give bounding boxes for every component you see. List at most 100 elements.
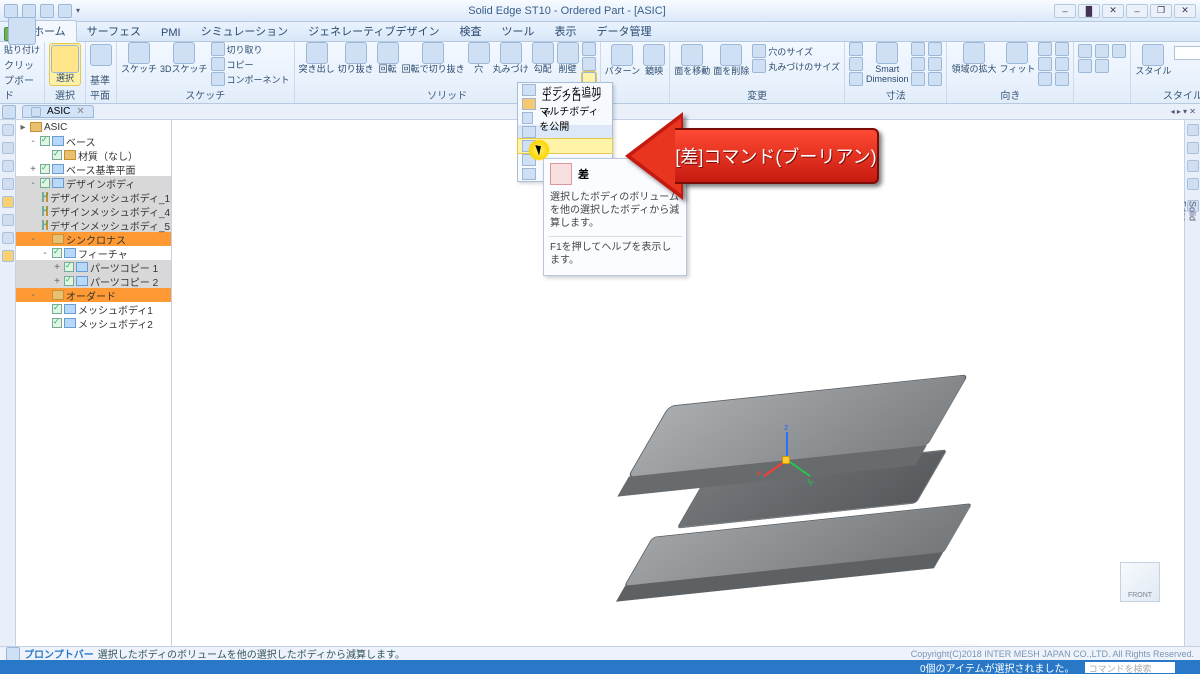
sketch3d-button[interactable]: 3Dスケッチ xyxy=(160,42,208,75)
save-icon[interactable] xyxy=(22,4,36,18)
rt-icon4[interactable] xyxy=(1187,178,1199,190)
lt-icon4[interactable] xyxy=(2,178,14,190)
tree-item[interactable]: デザインメッシュボディ_4 xyxy=(16,204,171,218)
shell-button[interactable]: 削壁 xyxy=(557,42,579,75)
tree-item[interactable]: +パーツコピー 2 xyxy=(16,274,171,288)
plane-button[interactable] xyxy=(90,44,112,66)
undo-icon[interactable] xyxy=(40,4,54,18)
tab-simulation[interactable]: シミュレーション xyxy=(191,21,299,41)
menu-publish-multibody[interactable]: マルチボディを公開 xyxy=(518,111,612,125)
maximize-button[interactable]: █ xyxy=(1078,4,1100,18)
pathfinder-icon[interactable] xyxy=(2,105,16,119)
menu-subtract[interactable] xyxy=(518,139,612,153)
redo-icon[interactable] xyxy=(58,4,72,18)
close-icon[interactable]: ✕ xyxy=(76,106,84,117)
deleteface-button[interactable]: 面を削除 xyxy=(713,44,749,77)
tree-item[interactable]: +ベース基準平面 xyxy=(16,162,171,176)
lt-icon1[interactable] xyxy=(2,124,14,136)
lt-icon8[interactable] xyxy=(2,250,14,262)
lt-icon3[interactable] xyxy=(2,160,14,172)
tree-item[interactable]: デザインメッシュボディ_1 xyxy=(16,190,171,204)
tree-item[interactable]: メッシュボディ1 xyxy=(16,302,171,316)
sh-icon3[interactable] xyxy=(1095,44,1109,58)
doc-tab-controls[interactable]: ◂ ▸ ▾ ✕ xyxy=(1171,107,1200,116)
orient-icon3[interactable] xyxy=(1038,72,1052,86)
mirror-button[interactable]: 鏡映 xyxy=(643,44,665,77)
tree-item[interactable]: デザインメッシュボディ_5 xyxy=(16,218,171,232)
lt-icon5[interactable] xyxy=(2,196,14,208)
copy-button[interactable]: コピー xyxy=(211,57,290,71)
style-button[interactable]: スタイル xyxy=(1135,44,1171,77)
zoomregion-button[interactable]: 領域の拡大 xyxy=(951,42,996,75)
orient-icon2[interactable] xyxy=(1038,57,1052,71)
tab-surface[interactable]: サーフェス xyxy=(77,21,151,41)
close-button[interactable]: ✕ xyxy=(1102,4,1124,18)
tab-generative[interactable]: ジェネレーティブデザイン xyxy=(298,21,449,41)
tab-pmi[interactable]: PMI xyxy=(151,25,191,41)
sketch-button[interactable]: スケッチ xyxy=(121,42,157,75)
tab-tools[interactable]: ツール xyxy=(491,21,544,41)
holesize-button[interactable]: 穴のサイズ xyxy=(752,44,840,58)
round-button[interactable]: 丸みづけ xyxy=(493,42,529,75)
tree-item[interactable]: -ベース xyxy=(16,134,171,148)
child-max-button[interactable]: ❐ xyxy=(1150,4,1172,18)
tree-item[interactable]: -オーダード xyxy=(16,288,171,302)
orient-icon6[interactable] xyxy=(1055,72,1069,86)
cutout-button[interactable]: 切り抜き xyxy=(338,42,374,75)
sh-icon5[interactable] xyxy=(1112,44,1126,58)
nav-cube[interactable]: FRONT xyxy=(1120,562,1160,602)
hole-button[interactable]: 穴 xyxy=(468,42,490,75)
tree-item[interactable]: -デザインボディ xyxy=(16,176,171,190)
child-min-button[interactable]: – xyxy=(1126,4,1148,18)
cut-button[interactable]: 切り取り xyxy=(211,42,290,56)
select-button[interactable]: 選択 xyxy=(49,43,81,86)
orient-icon5[interactable] xyxy=(1055,57,1069,71)
rt-icon2[interactable] xyxy=(1187,142,1199,154)
model-body[interactable] xyxy=(602,390,952,590)
dim-icon4[interactable] xyxy=(911,42,925,56)
dim-icon5[interactable] xyxy=(911,57,925,71)
paste-button[interactable]: 貼り付け xyxy=(4,17,40,56)
app-icon[interactable] xyxy=(4,4,18,18)
lt-icon6[interactable] xyxy=(2,214,14,226)
tree-item[interactable]: -フィーチャ xyxy=(16,246,171,260)
sh-icon4[interactable] xyxy=(1095,59,1109,73)
dim-icon2[interactable] xyxy=(849,57,863,71)
dim-icon3[interactable] xyxy=(849,72,863,86)
moveface-button[interactable]: 面を移動 xyxy=(674,44,710,77)
dim-icon9[interactable] xyxy=(928,72,942,86)
child-close-button[interactable]: ✕ xyxy=(1174,4,1196,18)
lt-icon2[interactable] xyxy=(2,142,14,154)
pattern-button[interactable]: パターン xyxy=(605,44,641,77)
dim-icon6[interactable] xyxy=(911,72,925,86)
orient-icon[interactable] xyxy=(1038,42,1052,56)
rt-icon1[interactable] xyxy=(1187,124,1199,136)
roundsize-button[interactable]: 丸みづけのサイズ xyxy=(752,59,840,73)
extrude-button[interactable]: 突き出し xyxy=(299,42,335,75)
style-combo[interactable] xyxy=(1174,46,1200,60)
dim-icon7[interactable] xyxy=(928,42,942,56)
revolvecut-button[interactable]: 回転で切り抜き xyxy=(402,42,465,75)
tree-item[interactable]: -シンクロナス xyxy=(16,232,171,246)
dim-icon8[interactable] xyxy=(928,57,942,71)
tab-view[interactable]: 表示 xyxy=(544,21,586,41)
tree-item[interactable]: +パーツコピー 1 xyxy=(16,260,171,274)
minimize-button[interactable]: – xyxy=(1054,4,1076,18)
sh-icon2[interactable] xyxy=(1078,59,1092,73)
revolve-button[interactable]: 回転 xyxy=(377,42,399,75)
lt-icon7[interactable] xyxy=(2,232,14,244)
tree-item[interactable]: 材質（なし） xyxy=(16,148,171,162)
tab-data[interactable]: データ管理 xyxy=(586,21,661,41)
component-button[interactable]: コンポーネント xyxy=(211,72,290,86)
solid-more[interactable] xyxy=(582,42,596,86)
tree-root[interactable]: ▸ASIC xyxy=(16,120,171,134)
command-search[interactable]: コマンドを検索 xyxy=(1085,662,1175,673)
pathfinder-tree[interactable]: ▸ASIC -ベース材質（なし）+ベース基準平面-デザインボディデザインメッシュ… xyxy=(16,120,172,646)
tree-item[interactable]: メッシュボディ2 xyxy=(16,316,171,330)
smartdim-button[interactable]: Smart Dimension xyxy=(866,42,909,85)
tab-inspect[interactable]: 検査 xyxy=(449,21,491,41)
fit-button[interactable]: フィット xyxy=(1000,42,1036,75)
sh-icon[interactable] xyxy=(1078,44,1092,58)
orient-icon4[interactable] xyxy=(1055,42,1069,56)
draft-button[interactable]: 勾配 xyxy=(532,42,554,75)
